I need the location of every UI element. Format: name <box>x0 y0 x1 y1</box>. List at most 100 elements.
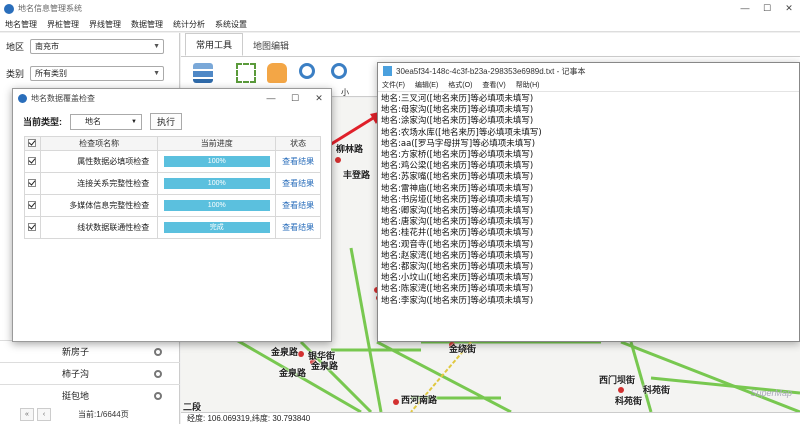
notepad-menu-edit[interactable]: 编辑(E) <box>415 80 438 90</box>
locate-icon[interactable] <box>154 369 162 378</box>
notepad-text-area[interactable]: 地名:三叉河([地名来历]等必填项未填写) 地名:母家沟([地名来历]等必填项未填… <box>378 92 799 309</box>
notepad-line: 地名:农场水库([地名来历]等必填项未填写) <box>381 127 542 138</box>
map-watermark: SuperMap <box>750 388 792 398</box>
table-row: 连接关系完整性检查 100% 查看结果 <box>24 172 321 195</box>
list-item[interactable]: 柿子沟 <box>0 362 180 384</box>
locate-icon[interactable] <box>154 391 162 400</box>
row-checkbox[interactable] <box>28 200 37 209</box>
notepad-line: 地名:母家沟([地名来历]等必填项未填写) <box>381 105 534 116</box>
dialog-maximize-icon[interactable]: ☐ <box>283 93 307 104</box>
close-icon[interactable]: ✕ <box>778 3 800 14</box>
poi-marker <box>298 351 304 357</box>
notepad-line: 地名:鸡公梁([地名来历]等必填项未填写) <box>381 161 534 172</box>
map-road-label: 丰登路 <box>343 170 371 180</box>
pan-hand-icon[interactable] <box>267 63 287 83</box>
type-select[interactable]: 地名 ▼ <box>70 113 142 130</box>
notepad-line: 地名:唐家沟([地名来历]等必填项未填写) <box>381 217 534 228</box>
progress-text: 100% <box>207 180 226 187</box>
dialog-close-icon[interactable]: ✕ <box>307 93 331 104</box>
dialog-app-icon <box>18 93 27 103</box>
notepad-line: 地名:桂花井([地名来历]等必填项未填写) <box>381 228 534 239</box>
poi-marker <box>335 157 341 163</box>
check-item-name: 线状数据联通性检查 <box>39 216 159 239</box>
notepad-line: 地名:李家沟([地名来历]等必填项未填写) <box>381 295 534 306</box>
first-page-button[interactable]: « <box>20 408 34 421</box>
menu-data[interactable]: 数据管理 <box>126 19 168 30</box>
poi-marker <box>618 387 624 393</box>
ribbon-tabs: 常用工具 地图编辑 <box>181 33 800 57</box>
locate-icon[interactable] <box>154 347 162 356</box>
prev-page-button[interactable]: ‹ <box>37 408 51 421</box>
list-item-name: 新房子 <box>62 347 90 357</box>
select-all-checkbox[interactable] <box>28 138 37 147</box>
menu-place-names[interactable]: 地名管理 <box>0 19 42 30</box>
check-items-table: 检查项名称 当前进度 状态 属性数据必填项检查 100% 查看结果 连接关系完整… <box>24 136 321 239</box>
view-result-link[interactable]: 查看结果 <box>282 157 314 166</box>
table-header-row: 检查项名称 当前进度 状态 <box>24 136 321 151</box>
header-status: 状态 <box>275 136 321 151</box>
map-road-label: 金泉路 <box>311 361 339 371</box>
zoom-in-icon[interactable] <box>299 63 315 79</box>
notepad-line: 地名:都家沟([地名来历]等必填项未填写) <box>381 262 534 273</box>
table-row: 属性数据必填项检查 100% 查看结果 <box>24 150 321 173</box>
menu-settings[interactable]: 系统设置 <box>210 19 252 30</box>
notepad-line: 地名:书房垭([地名来历]等必填项未填写) <box>381 194 534 205</box>
notepad-line: 地名:三叉河([地名来历]等必填项未填写) <box>381 94 534 104</box>
app-logo-icon <box>4 3 14 14</box>
map-road-label: 科苑街 <box>643 385 671 395</box>
progress-bar: 完成 <box>163 222 270 233</box>
notepad-line: 地名:苏家嘴([地名来历]等必填项未填写) <box>381 172 534 183</box>
notepad-menu-view[interactable]: 查看(V) <box>482 80 505 90</box>
menu-statistics[interactable]: 统计分析 <box>168 19 210 30</box>
notepad-menu-file[interactable]: 文件(F) <box>382 80 405 90</box>
progress-text: 完成 <box>209 224 224 231</box>
notepad-line: 地名:雷神庙([地名来历]等必填项未填写) <box>381 183 534 194</box>
page-info: 当前:1/6644页 <box>78 410 129 419</box>
dialog-minimize-icon[interactable]: — <box>259 93 283 104</box>
check-item-name: 多媒体信息完整性检查 <box>39 194 159 217</box>
layers-icon[interactable] <box>193 63 213 83</box>
region-select[interactable]: 南充市 ▼ <box>30 39 164 54</box>
check-item-name: 属性数据必填项检查 <box>39 150 159 173</box>
row-checkbox[interactable] <box>28 156 37 165</box>
type-label: 当前类型: <box>23 117 62 127</box>
region-value: 南充市 <box>35 42 59 51</box>
category-select[interactable]: 所有类别 ▼ <box>30 66 164 81</box>
pager: « ‹ 当前:1/6644页 <box>0 405 180 424</box>
tab-common-tools[interactable]: 常用工具 <box>185 33 244 56</box>
coverage-check-dialog: 地名数据覆盖检查 — ☐ ✕ 当前类型: 地名 ▼ 执行 检查项名称 当前进度 … <box>12 88 332 342</box>
notepad-menu-help[interactable]: 帮助(H) <box>516 80 540 90</box>
minimize-icon[interactable]: — <box>734 3 756 14</box>
progress-bar: 100% <box>163 200 270 211</box>
zoom-out-label: 小 <box>341 88 349 97</box>
notepad-line: 地名:陈家湾([地名来历]等必填项未填写) <box>381 284 534 295</box>
app-titlebar: 地名信息管理系统 — ☐ ✕ <box>0 0 800 17</box>
row-checkbox[interactable] <box>28 222 37 231</box>
map-road-label: 二段 <box>183 402 202 412</box>
chevron-down-icon: ▼ <box>131 118 137 125</box>
dialog-title: 地名数据覆盖检查 <box>31 93 95 103</box>
full-extent-icon[interactable] <box>236 63 256 83</box>
view-result-link[interactable]: 查看结果 <box>282 179 314 188</box>
maximize-icon[interactable]: ☐ <box>756 3 778 14</box>
progress-bar: 100% <box>163 178 270 189</box>
notepad-line: 地名:方家桥([地名来历]等必填项未填写) <box>381 150 534 161</box>
view-result-link[interactable]: 查看结果 <box>282 201 314 210</box>
view-result-link[interactable]: 查看结果 <box>282 223 314 232</box>
notepad-line: 地名:小坟山([地名来历]等必填项未填写) <box>381 273 534 284</box>
notepad-menu-format[interactable]: 格式(O) <box>448 80 472 90</box>
list-item[interactable]: 新房子 <box>0 340 180 362</box>
menu-boundary-lines[interactable]: 界线管理 <box>84 19 126 30</box>
zoom-out-icon[interactable] <box>331 63 347 79</box>
run-button[interactable]: 执行 <box>150 113 182 130</box>
map-road-label: 金绕街 <box>449 344 477 354</box>
menubar: 地名管理 界桩管理 界线管理 数据管理 统计分析 系统设置 <box>0 17 800 32</box>
row-checkbox[interactable] <box>28 178 37 187</box>
list-item-name: 柿子沟 <box>62 369 90 379</box>
tab-map-edit[interactable]: 地图编辑 <box>243 35 299 56</box>
menu-boundary-markers[interactable]: 界桩管理 <box>42 19 84 30</box>
notepad-window: 30ea5f34-148c-4c3f-b23a-298353e6989d.txt… <box>377 62 800 342</box>
notepad-line: 地名:涂家沟([地名来历]等必填项未填写) <box>381 116 534 127</box>
list-item[interactable]: 挺包地 <box>0 384 180 406</box>
map-road-label: 金泉路 <box>279 368 307 378</box>
